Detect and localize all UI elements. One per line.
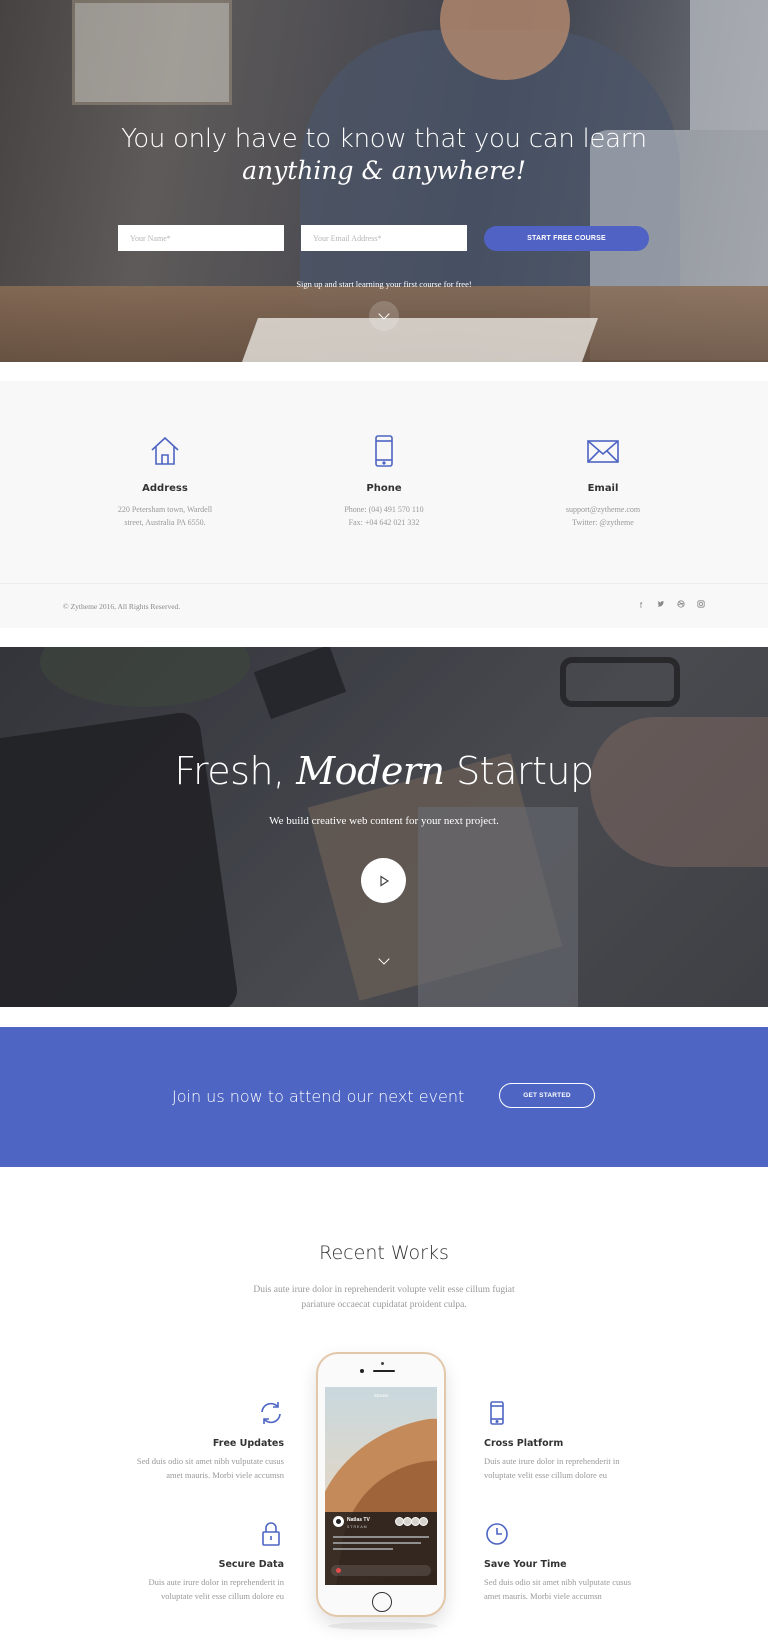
subtitle-line: Duis aute irure dolor in reprehenderit v… — [253, 1285, 515, 1295]
play-icon — [379, 874, 389, 887]
feature-free-updates: Free Updates Sed duis odio sit amet nibh… — [114, 1400, 284, 1482]
get-started-button[interactable]: GET STARTED — [499, 1083, 595, 1108]
hero-subtitle: Sign up and start learning your first co… — [296, 279, 472, 289]
chevron-down-icon — [378, 308, 390, 320]
feature-title: Save Your Time — [484, 1559, 567, 1570]
contact-phone: Phone Phone: (04) 491 570 110 Fax: +04 6… — [284, 433, 484, 529]
contact-line: street, Australia PA 6550. — [124, 518, 206, 527]
screen-header: Stream — [373, 1393, 389, 1398]
contact-section: Address 220 Petersham town, Wardell stre… — [0, 381, 768, 628]
screen-player-bar — [331, 1565, 431, 1576]
feature-desc-line: amet mauris. Morbi viele accumsn — [166, 1469, 284, 1480]
feature-title: Free Updates — [212, 1438, 284, 1449]
mobile-phone-icon — [284, 433, 484, 469]
hero-section: You only have to know that you can learn… — [0, 0, 768, 362]
feature-desc-line: Sed duis odio sit amet nibh vulputate cu… — [484, 1577, 632, 1587]
contact-label: Phone — [366, 483, 402, 494]
mobile-icon — [490, 1401, 504, 1425]
hero-bg-paper — [241, 318, 599, 362]
feature-title: Cross Platform — [484, 1438, 564, 1449]
phone-camera — [360, 1369, 364, 1373]
startup-title: Fresh, Modern Startup — [0, 749, 768, 793]
subtitle-line: pariature occaecat cupidatat proident cu… — [301, 1300, 467, 1310]
lock-icon — [262, 1522, 280, 1546]
play-video-button[interactable] — [361, 858, 406, 903]
feature-desc-line: Duis aute irure dolor in reprehenderit i… — [484, 1456, 620, 1466]
feature-desc-line: voluptate velit esse cillum dolore eu — [484, 1469, 607, 1480]
clock-icon — [486, 1523, 508, 1545]
contact-label: Email — [587, 483, 619, 494]
feature-title: Secure Data — [218, 1559, 284, 1570]
email-input[interactable] — [301, 225, 467, 251]
facebook-icon[interactable]: f — [637, 601, 645, 610]
contact-line: 220 Petersham town, Wardell — [117, 505, 213, 514]
startup-title-italic: Modern — [296, 749, 445, 793]
phone-speaker — [373, 1370, 395, 1372]
start-free-course-button[interactable]: START FREE COURSE — [484, 226, 649, 251]
feature-desc-line: amet mauris. Morbi viele accumsn — [484, 1590, 602, 1601]
contact-line[interactable]: Twitter: @zytheme — [503, 516, 703, 529]
refresh-icon — [261, 1402, 281, 1424]
recent-works-title: Recent Works — [319, 1242, 449, 1264]
startup-subtitle: We build creative web content for your n… — [269, 815, 499, 827]
contact-line: Phone: (04) 491 570 110 — [344, 505, 424, 514]
startup-title-part1: Fresh, — [174, 749, 285, 793]
channel-name: Natlas TV — [347, 1517, 370, 1523]
hero-title-italic: anything & anywhere! — [242, 156, 526, 185]
contact-line[interactable]: support@zytheme.com — [503, 503, 703, 516]
screen-text-line — [333, 1548, 393, 1550]
contact-email: Email support@zytheme.com Twitter: @zyth… — [503, 433, 703, 529]
recent-works-subtitle: Duis aute irure dolor in reprehenderit v… — [234, 1283, 534, 1313]
feature-desc-line: Duis aute irure dolor in reprehenderit i… — [148, 1577, 284, 1587]
dribbble-icon[interactable] — [677, 600, 685, 610]
stream-label: STREAM — [347, 1525, 368, 1529]
name-input[interactable] — [118, 225, 284, 251]
screen-text-line — [333, 1542, 421, 1544]
phone-shadow — [328, 1622, 438, 1630]
contact-line: Fax: +04 642 021 332 — [348, 518, 420, 527]
hero-title: You only have to know that you can learn — [121, 124, 647, 154]
twitter-icon[interactable] — [657, 600, 665, 610]
feature-desc-line: Sed duis odio sit amet nibh vulputate cu… — [136, 1456, 284, 1466]
social-links: f — [637, 600, 705, 610]
contact-address: Address 220 Petersham town, Wardell stre… — [65, 433, 265, 529]
screen-text-line — [333, 1536, 429, 1538]
envelope-icon — [503, 433, 703, 469]
feature-desc-line: voluptate velit esse cillum dolore eu — [161, 1590, 284, 1601]
phone-mockup: Stream Natlas TV STREAM — [316, 1352, 446, 1630]
startup-title-part2: Startup — [456, 749, 594, 793]
home-button — [372, 1592, 392, 1612]
startup-section: Fresh, Modern Startup We build creative … — [0, 647, 768, 1007]
hero-bg-window — [690, 0, 768, 130]
phone-screen: Stream Natlas TV STREAM — [325, 1387, 437, 1585]
scroll-down-button[interactable] — [369, 301, 399, 331]
event-text: Join us now to attend our next event — [172, 1087, 465, 1106]
event-banner: Join us now to attend our next event GET… — [0, 1027, 768, 1167]
feature-save-your-time: Save Your Time Sed duis odio sit amet ni… — [484, 1521, 654, 1603]
avatar — [419, 1517, 428, 1526]
footer-divider — [0, 583, 768, 584]
channel-logo-icon — [333, 1516, 344, 1527]
feature-cross-platform: Cross Platform Duis aute irure dolor in … — [484, 1400, 654, 1482]
feature-secure-data: Secure Data Duis aute irure dolor in rep… — [114, 1521, 284, 1603]
phone-sensor — [381, 1362, 384, 1365]
home-icon — [65, 433, 265, 469]
copyright-text: © Zytheme 2016, All Rights Reserved. — [63, 602, 181, 611]
contact-label: Address — [142, 483, 188, 494]
instagram-icon[interactable] — [697, 600, 705, 610]
hero-bg-frame — [72, 0, 232, 105]
